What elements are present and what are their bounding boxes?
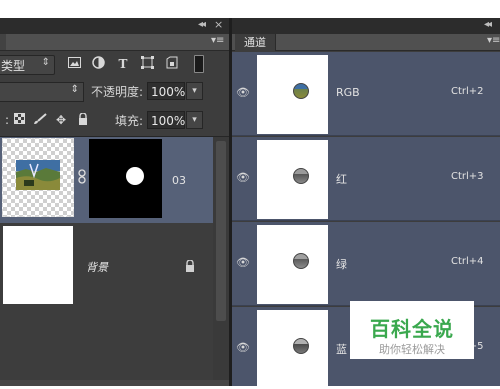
channel-preview-circle — [293, 338, 309, 354]
layers-panel: ◂◂ × ▾≡ 类型 ⇕ T 正常 ⇕ 不透明度: 100% ▾ — [0, 18, 229, 386]
eye-icon[interactable]: 👁 — [236, 86, 250, 99]
blend-mode-select[interactable]: 正常 ⇕ — [0, 82, 84, 102]
layer-thumbnail[interactable] — [2, 138, 74, 217]
layer-name[interactable]: 背景 — [86, 259, 108, 275]
lock-row: : ✥ 填充: 100% ▾ — [0, 105, 229, 137]
filter-kind-select[interactable]: 类型 ⇕ — [0, 55, 55, 75]
layer-row-background[interactable]: 背景 — [0, 224, 213, 312]
smart-object-filter-icon[interactable] — [164, 56, 180, 72]
collapse-panel-button[interactable]: ◂◂ — [198, 19, 206, 30]
layer-lock-icon — [185, 259, 195, 275]
mask-link-icon[interactable] — [78, 169, 86, 187]
fill-label: 填充: — [115, 114, 144, 128]
layers-bottom-toolbar — [0, 380, 229, 386]
layer-filter-row: 类型 ⇕ T — [0, 51, 229, 78]
channel-name[interactable]: RGB — [336, 86, 360, 99]
scrollbar-thumb[interactable] — [216, 141, 226, 321]
shape-filter-icon[interactable] — [139, 56, 155, 72]
blend-row: 正常 ⇕ 不透明度: 100% ▾ — [0, 78, 229, 105]
channel-row-rgb[interactable]: 👁 RGB Ctrl+2 — [232, 52, 500, 136]
eye-icon[interactable]: 👁 — [236, 171, 250, 184]
watermark-subtitle: 助你轻松解决 — [379, 343, 445, 356]
opacity-input[interactable]: 100% — [147, 82, 185, 100]
type-filter-icon[interactable]: T — [115, 56, 131, 72]
watermark-title: 百科全说 — [370, 317, 454, 341]
background-thumbnail[interactable] — [3, 226, 73, 304]
layer-row-03[interactable]: 03 — [0, 137, 213, 223]
channel-thumbnail[interactable] — [257, 310, 328, 389]
channel-preview-circle — [293, 253, 309, 269]
channel-row-green[interactable]: 👁 绿 Ctrl+4 — [232, 222, 500, 306]
panel-menu-button[interactable]: ▾≡ — [211, 35, 224, 46]
eye-icon[interactable]: 👁 — [236, 256, 250, 269]
channel-thumbnail[interactable] — [257, 55, 328, 134]
channel-row-red[interactable]: 👁 红 Ctrl+3 — [232, 137, 500, 221]
channel-shortcut: Ctrl+2 — [451, 86, 484, 97]
layers-title-bar — [0, 18, 229, 34]
channel-shortcut: Ctrl+4 — [451, 256, 484, 267]
updown-arrow-icon: ⇕ — [70, 84, 79, 95]
channel-preview-circle — [293, 83, 309, 99]
lock-all-icon[interactable] — [76, 112, 90, 128]
watermark: 百科全说 助你轻松解决 — [350, 301, 474, 359]
channel-thumbnail[interactable] — [257, 140, 328, 219]
tab-separator — [275, 34, 276, 51]
tab-channels[interactable]: 通道 — [235, 34, 275, 51]
layer-mask-thumbnail[interactable] — [89, 139, 162, 218]
channel-thumbnail[interactable] — [257, 225, 328, 304]
layers-tab-row — [0, 34, 229, 51]
lock-transparent-icon[interactable] — [12, 113, 26, 127]
layers-scrollbar[interactable] — [213, 137, 229, 386]
landscape-thumbnail-image — [16, 160, 60, 190]
collapse-panel-button[interactable]: ◂◂ — [484, 19, 492, 30]
channel-name[interactable]: 蓝 — [336, 341, 347, 357]
lock-image-brush-icon[interactable] — [33, 113, 47, 128]
filter-toggle-switch[interactable] — [194, 55, 204, 73]
channel-preview-circle — [293, 168, 309, 184]
panel-menu-button[interactable]: ▾≡ — [487, 35, 500, 46]
eye-icon[interactable]: 👁 — [236, 341, 250, 354]
fill-dropdown-button[interactable]: ▾ — [186, 111, 203, 129]
lock-position-icon[interactable]: ✥ — [54, 113, 68, 127]
opacity-label: 不透明度: — [91, 85, 144, 99]
image-filter-icon[interactable] — [66, 56, 82, 72]
channels-title-bar — [232, 18, 500, 34]
layer-name[interactable]: 03 — [172, 174, 186, 187]
mask-white-circle — [126, 167, 144, 185]
adjustment-filter-icon[interactable] — [90, 56, 106, 72]
fill-input[interactable]: 100% — [147, 111, 185, 129]
channel-shortcut: Ctrl+3 — [451, 171, 484, 182]
channel-name[interactable]: 红 — [336, 171, 347, 187]
layers-tab[interactable] — [0, 34, 6, 50]
opacity-dropdown-button[interactable]: ▾ — [186, 82, 203, 100]
close-panel-button[interactable]: × — [214, 18, 223, 31]
channel-name[interactable]: 绿 — [336, 256, 347, 272]
updown-arrow-icon: ⇕ — [41, 57, 50, 68]
filter-kind-label: 类型 — [1, 59, 26, 73]
